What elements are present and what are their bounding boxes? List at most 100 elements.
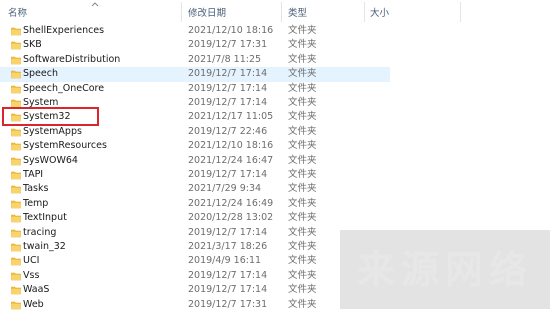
file-row[interactable]: Temp 2021/12/24 16:49 文件夹 — [0, 197, 390, 211]
folder-icon — [11, 200, 21, 209]
folder-icon — [11, 258, 21, 266]
file-date: 2019/12/7 17:14 — [188, 226, 268, 238]
folder-icon — [11, 142, 21, 151]
column-header-size[interactable]: 大小 — [370, 0, 389, 22]
file-type: 文件夹 — [288, 111, 317, 123]
file-row[interactable]: Web 2019/12/7 17:31 文件夹 — [0, 298, 390, 312]
folder-icon — [11, 243, 21, 252]
file-name: SoftwareDistribution — [23, 53, 121, 65]
file-date: 2019/12/7 17:14 — [188, 82, 268, 94]
file-row[interactable]: Speech 2019/12/7 17:14 文件夹 — [0, 67, 390, 82]
file-name: SystemApps — [23, 125, 82, 137]
file-row[interactable]: Tasks 2021/7/29 9:34 文件夹 — [0, 182, 390, 196]
file-row[interactable]: ShellExperiences 2021/12/10 18:16 文件夹 — [0, 24, 390, 38]
file-name: Web — [23, 298, 44, 310]
file-row[interactable]: SKB 2019/12/7 17:31 文件夹 — [0, 38, 390, 52]
file-date: 2021/7/29 9:34 — [188, 183, 262, 195]
file-date: 2021/12/24 16:49 — [188, 197, 274, 209]
file-name: Temp — [23, 197, 49, 209]
file-type: 文件夹 — [288, 284, 317, 296]
folder-icon — [11, 157, 21, 165]
folder-icon — [11, 214, 21, 223]
file-type: 文件夹 — [288, 25, 317, 36]
file-type: 文件夹 — [288, 140, 317, 152]
file-type: 文件夹 — [288, 68, 317, 80]
file-date: 2019/12/7 17:14 — [188, 68, 268, 80]
file-date: 2019/12/7 17:31 — [188, 298, 268, 310]
folder-icon — [11, 85, 21, 93]
file-name: Vss — [23, 269, 40, 281]
file-row[interactable]: SystemResources 2021/12/10 18:16 文件夹 — [0, 139, 390, 153]
file-date: 2020/12/28 13:02 — [188, 212, 274, 224]
column-divider[interactable] — [281, 2, 282, 22]
file-date: 2021/3/17 18:26 — [188, 241, 268, 252]
file-row[interactable]: SysWOW64 2021/12/24 16:47 文件夹 — [0, 154, 390, 168]
file-type: 文件夹 — [288, 154, 317, 166]
file-type: 文件夹 — [288, 255, 317, 267]
column-divider[interactable] — [364, 2, 365, 22]
file-date: 2019/12/7 22:46 — [188, 125, 268, 137]
file-type: 文件夹 — [288, 226, 317, 238]
folder-icon — [11, 128, 21, 137]
column-divider[interactable] — [460, 2, 461, 22]
file-name: Tasks — [23, 183, 49, 195]
file-name: twain_32 — [23, 241, 66, 252]
folder-icon — [11, 272, 21, 281]
folder-icon — [11, 301, 21, 309]
file-name: Speech_OneCore — [23, 82, 105, 94]
file-date: 2021/12/10 18:16 — [188, 25, 274, 36]
folder-icon — [11, 286, 21, 295]
file-row[interactable]: TextInput 2020/12/28 13:02 文件夹 — [0, 211, 390, 225]
file-name: SystemResources — [23, 140, 107, 152]
file-date: 2021/7/8 11:25 — [188, 53, 262, 65]
column-header-date[interactable]: 修改日期 — [188, 0, 226, 22]
folder-icon — [11, 171, 21, 180]
file-date: 2019/12/7 17:14 — [188, 169, 268, 180]
column-divider[interactable] — [181, 2, 182, 22]
file-name: SysWOW64 — [23, 154, 78, 166]
folder-icon — [11, 186, 21, 194]
file-type: 文件夹 — [288, 39, 317, 51]
column-header-type[interactable]: 类型 — [288, 0, 307, 22]
file-name: Speech — [23, 68, 58, 80]
file-type: 文件夹 — [288, 97, 317, 108]
column-header-name[interactable]: 名称 — [8, 0, 27, 22]
file-row[interactable]: twain_32 2021/3/17 18:26 文件夹 — [0, 240, 390, 254]
file-row[interactable]: UCI 2019/4/9 16:11 文件夹 — [0, 254, 390, 268]
file-date: 2021/12/17 11:05 — [188, 111, 274, 123]
column-header-bar: 名称 修改日期 类型 大小 — [0, 0, 550, 22]
file-type: 文件夹 — [288, 269, 317, 281]
watermark: 来源网络 — [340, 230, 550, 309]
file-date: 2019/12/7 17:31 — [188, 39, 268, 51]
file-type: 文件夹 — [288, 241, 317, 252]
file-row[interactable]: Vss 2019/12/7 17:14 文件夹 — [0, 269, 390, 283]
file-name: tracing — [23, 226, 57, 238]
file-type: 文件夹 — [288, 53, 317, 65]
file-row[interactable]: Speech_OneCore 2019/12/7 17:14 文件夹 — [0, 82, 390, 96]
file-row[interactable]: SystemApps 2019/12/7 22:46 文件夹 — [0, 125, 390, 139]
file-name: TAPI — [23, 169, 44, 180]
annotation-highlight-box — [2, 107, 99, 126]
folder-icon — [11, 27, 21, 36]
file-name: TextInput — [23, 212, 67, 224]
file-date: 2019/12/7 17:14 — [188, 284, 268, 296]
file-row[interactable]: SoftwareDistribution 2021/7/8 11:25 文件夹 — [0, 53, 390, 67]
sort-up-arrow-icon[interactable] — [90, 0, 100, 8]
file-name: WaaS — [23, 284, 50, 296]
file-type: 文件夹 — [288, 298, 317, 310]
file-row[interactable]: tracing 2019/12/7 17:14 文件夹 — [0, 226, 390, 240]
file-row[interactable]: TAPI 2019/12/7 17:14 文件夹 — [0, 168, 390, 182]
folder-icon — [11, 70, 21, 79]
file-date: 2019/12/7 17:14 — [188, 269, 268, 281]
file-type: 文件夹 — [288, 125, 317, 137]
folder-icon — [11, 42, 21, 50]
file-date: 2021/12/10 18:16 — [188, 140, 274, 152]
file-name: UCI — [23, 255, 40, 267]
file-type: 文件夹 — [288, 169, 317, 180]
file-row[interactable]: WaaS 2019/12/7 17:14 文件夹 — [0, 283, 390, 297]
file-date: 2019/12/7 17:14 — [188, 97, 268, 108]
file-type: 文件夹 — [288, 212, 317, 224]
file-date: 2021/12/24 16:47 — [188, 154, 274, 166]
file-type: 文件夹 — [288, 183, 317, 195]
file-date: 2019/4/9 16:11 — [188, 255, 262, 267]
